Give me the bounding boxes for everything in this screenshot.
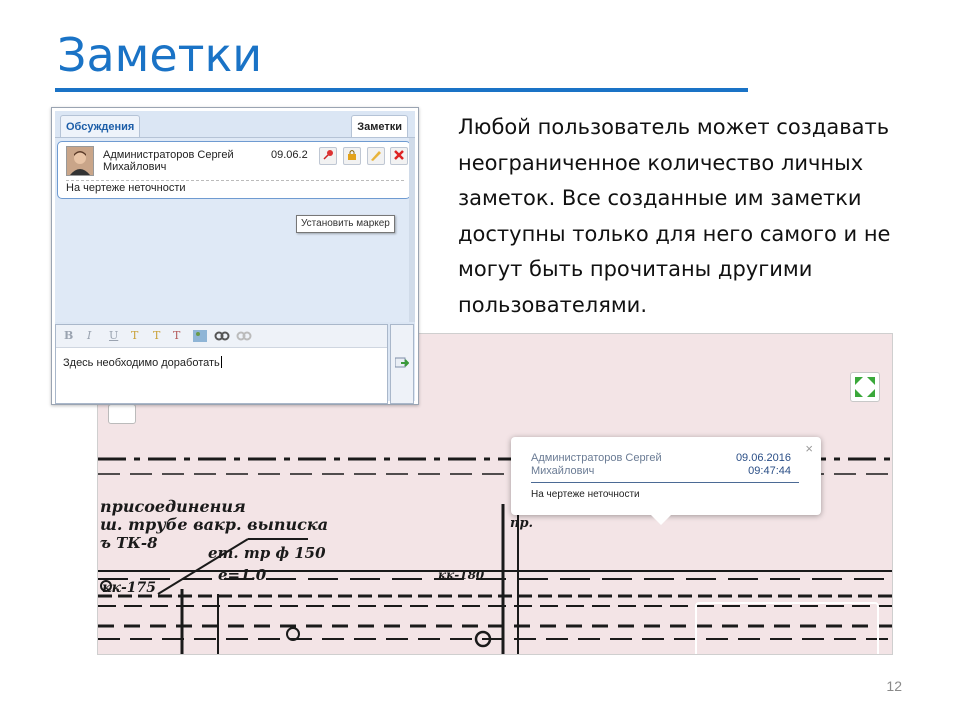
pin-icon[interactable] (319, 147, 337, 165)
title-underline (55, 88, 748, 92)
lock-icon[interactable] (343, 147, 361, 165)
scrollbar[interactable] (409, 138, 415, 322)
note-editor[interactable]: B I U T T T Здесь необходимо доработать (55, 324, 388, 404)
handwriting-label5: пр. (510, 516, 533, 531)
avatar (66, 146, 94, 176)
send-panel (390, 324, 414, 404)
delete-icon[interactable] (390, 147, 408, 165)
tab-discussions[interactable]: Обсуждения (60, 115, 141, 137)
handwriting-label1: ет. тр ф 150 (208, 544, 326, 562)
handwriting-label2: е=1.0 (218, 566, 267, 584)
handwriting-line3: ъ ТК-8 (100, 534, 158, 552)
note-date: 09.06.2 (271, 149, 308, 161)
note-divider (66, 180, 404, 181)
text-caret (220, 356, 222, 368)
slide-body-text: Любой пользователь может создавать неогр… (458, 115, 891, 317)
italic-button[interactable]: I (87, 329, 91, 342)
image-icon[interactable] (193, 330, 207, 342)
popup-divider (531, 482, 799, 483)
note-popup: × Администраторов Сергей Михайлович 09.0… (511, 437, 821, 515)
unlink-icon[interactable] (236, 330, 252, 342)
set-marker-tooltip: Установить маркер (296, 215, 395, 233)
map-overview-box (695, 602, 879, 654)
notes-panel: Обсуждения Заметки Администраторов Серге… (51, 107, 419, 405)
handwriting-line2: ш. трубе вакр. выписка (100, 515, 328, 534)
popup-close-icon[interactable]: × (805, 441, 813, 456)
notes-panel-body: Обсуждения Заметки Администраторов Серге… (55, 111, 415, 404)
handwriting-label4: кк-180 (438, 568, 485, 582)
popup-datetime: 09.06.2016 09:47:44 (735, 452, 791, 477)
notes-list: Администраторов Сергей Михайлович 09.06.… (55, 138, 411, 322)
page-number: 12 (886, 678, 902, 694)
popup-author: Администраторов Сергей Михайлович (531, 452, 662, 477)
link-icon[interactable] (214, 330, 230, 342)
editor-toolbar: B I U T T T (56, 325, 387, 348)
highlight-button[interactable]: T (153, 329, 160, 342)
note-author: Администраторов Сергей Михайлович (103, 149, 234, 173)
underline-button[interactable]: U (109, 329, 118, 342)
bold-button[interactable]: B (64, 329, 73, 342)
tab-notes[interactable]: Заметки (351, 115, 408, 137)
edit-icon[interactable] (367, 147, 385, 165)
handwriting-label3: кк-175 (102, 580, 156, 596)
note-item[interactable]: Администраторов Сергей Михайлович 09.06.… (57, 141, 411, 199)
note-text: На чертеже неточности (66, 182, 186, 194)
popup-note-text: На чертеже неточности (531, 489, 640, 500)
send-icon[interactable] (395, 357, 409, 369)
clear-format-button[interactable]: T (173, 329, 180, 342)
text-color-button[interactable]: T (131, 329, 138, 342)
map-zoom-control[interactable] (108, 404, 136, 424)
editor-input[interactable]: Здесь необходимо доработать (63, 356, 222, 369)
slide-title: Заметки (57, 28, 263, 82)
handwriting-line1: присоединения (100, 497, 246, 516)
popup-tail (651, 515, 671, 525)
fullscreen-icon[interactable] (850, 372, 880, 402)
